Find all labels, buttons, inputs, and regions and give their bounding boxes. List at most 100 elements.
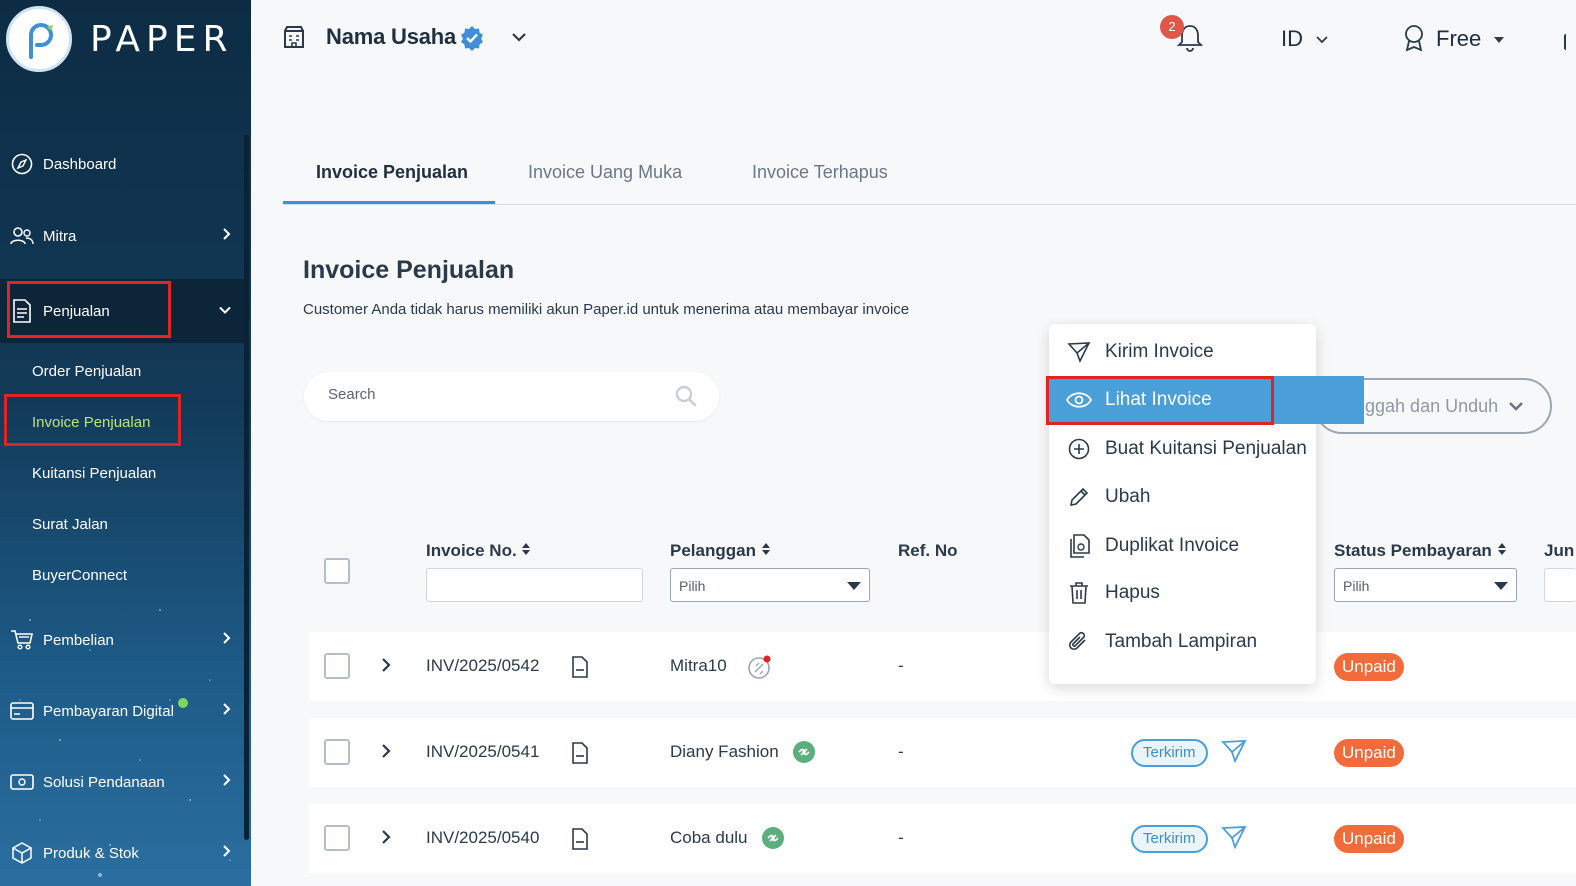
plan-label: Free	[1436, 26, 1482, 51]
business-switcher-chevron-icon[interactable]	[511, 30, 527, 48]
chevron-down-icon	[1316, 36, 1328, 44]
menu-item-ubah[interactable]: Ubah	[1049, 473, 1316, 521]
row-checkbox[interactable]	[324, 825, 350, 851]
linked-partner-icon	[761, 826, 785, 855]
menu-item-tambah-lampiran[interactable]: Tambah Lampiran	[1049, 618, 1316, 666]
menu-item-hapus[interactable]: Hapus	[1049, 569, 1316, 617]
cart-icon	[9, 627, 35, 653]
status-pembayaran-filter-select[interactable]: Pilih	[1334, 568, 1517, 602]
brand-logo[interactable]: PAPER	[6, 6, 234, 72]
row-checkbox[interactable]	[324, 739, 350, 765]
award-ribbon-icon	[1403, 24, 1425, 57]
select-all-checkbox[interactable]	[324, 558, 350, 584]
business-name[interactable]: Nama Usaha	[326, 24, 456, 50]
column-header-label: Pelanggan	[670, 541, 756, 560]
sidebar-item-label: Mitra	[43, 227, 77, 245]
brand-name: PAPER	[90, 18, 234, 60]
row-checkbox[interactable]	[324, 653, 350, 679]
sidebar: PAPER Dashboard Mitra Penjualan Order Pe…	[0, 0, 251, 886]
sidebar-item-label: Pembayaran Digital	[43, 702, 174, 720]
pencil-icon	[1066, 484, 1092, 510]
select-placeholder: Pilih	[1343, 578, 1370, 594]
chevron-right-icon	[222, 773, 232, 791]
menu-item-label: Tambah Lampiran	[1105, 631, 1258, 652]
menu-item-buat-kuitansi[interactable]: Buat Kuitansi Penjualan	[1049, 425, 1316, 473]
chevron-right-icon	[222, 631, 232, 649]
chevron-right-icon	[222, 702, 232, 720]
column-header-invoice-no[interactable]: Invoice No.	[426, 541, 531, 561]
expand-chevron-icon[interactable]	[381, 829, 391, 850]
language-selector[interactable]: ID	[1281, 26, 1329, 52]
language-label: ID	[1281, 26, 1303, 51]
ref-no: -	[898, 828, 904, 847]
sort-icon	[522, 543, 531, 555]
sidebar-item-produk-stok[interactable]: Produk & Stok	[0, 825, 244, 881]
invoice-document-icon[interactable]	[571, 742, 589, 769]
top-bar: Nama Usaha 2 ID Free	[251, 0, 1576, 75]
invoice-no-filter-input[interactable]	[426, 568, 643, 602]
invoice-number[interactable]: INV/2025/0540	[426, 828, 539, 848]
verified-badge-icon	[459, 25, 485, 56]
table-row[interactable]: INV/2025/0540 Coba dulu - Terkirim Unpai…	[309, 804, 1576, 873]
plan-selector[interactable]: Free	[1436, 26, 1505, 52]
expand-chevron-icon[interactable]	[381, 743, 391, 764]
sidebar-item-pembayaran-digital[interactable]: Pembayaran Digital	[0, 683, 244, 739]
highlight-invoice-penjualan	[4, 394, 181, 446]
menu-item-label: Ubah	[1105, 486, 1151, 507]
invoice-number[interactable]: INV/2025/0542	[426, 656, 539, 676]
sidebar-subitem-surat-jalan[interactable]: Surat Jalan	[32, 516, 108, 533]
tab-invoice-uang-muka[interactable]: Invoice Uang Muka	[528, 162, 682, 183]
invoice-document-icon[interactable]	[571, 656, 589, 683]
column-header-status-pembayaran[interactable]: Status Pembayaran	[1334, 541, 1507, 561]
profile-icon-partial[interactable]	[1564, 34, 1572, 50]
sidebar-item-pembelian[interactable]: Pembelian	[0, 612, 244, 668]
linked-partner-icon	[792, 740, 816, 769]
column-header-label: Invoice No.	[426, 541, 517, 560]
sidebar-item-solusi-pendanaan[interactable]: Solusi Pendanaan	[0, 754, 244, 810]
column-header-label: Status Pembayaran	[1334, 541, 1492, 560]
send-icon[interactable]	[1221, 739, 1247, 768]
customer-name[interactable]: Coba dulu	[670, 828, 748, 848]
menu-item-duplikat-invoice[interactable]: Duplikat Invoice	[1049, 522, 1316, 570]
tab-invoice-terhapus[interactable]: Invoice Terhapus	[752, 162, 888, 183]
menu-item-kirim-invoice[interactable]: Kirim Invoice	[1049, 328, 1316, 376]
sidebar-item-label: Solusi Pendanaan	[43, 773, 165, 791]
sidebar-item-dashboard[interactable]: Dashboard	[0, 136, 244, 192]
page-title: Invoice Penjualan	[303, 256, 515, 284]
sidebar-subitem-kuitansi-penjualan[interactable]: Kuitansi Penjualan	[32, 465, 156, 482]
trash-icon	[1066, 580, 1092, 606]
customer-name[interactable]: Diany Fashion	[670, 742, 779, 762]
chevron-right-icon	[222, 844, 232, 862]
search-icon[interactable]	[675, 385, 697, 412]
invoice-document-icon[interactable]	[571, 828, 589, 855]
customer-name[interactable]: Mitra10	[670, 656, 727, 676]
chevron-down-icon	[1509, 402, 1524, 411]
sidebar-subitem-buyerconnect[interactable]: BuyerConnect	[32, 567, 127, 584]
sent-status-badge: Terkirim	[1131, 825, 1208, 853]
expand-chevron-icon[interactable]	[381, 657, 391, 678]
users-icon	[9, 223, 35, 249]
send-icon[interactable]	[1221, 825, 1247, 854]
sidebar-item-mitra[interactable]: Mitra	[0, 208, 244, 264]
sidebar-item-label: Produk & Stok	[43, 844, 139, 862]
invoice-tabs: Invoice Penjualan Invoice Uang Muka Invo…	[283, 150, 1576, 205]
table-row[interactable]: INV/2025/0541 Diany Fashion - Terkirim U…	[309, 718, 1576, 787]
sent-status-badge: Terkirim	[1131, 739, 1208, 767]
search-input[interactable]	[328, 386, 658, 403]
new-indicator-dot	[177, 698, 188, 708]
pelanggan-filter-select[interactable]: Pilih	[670, 568, 870, 602]
tab-invoice-penjualan[interactable]: Invoice Penjualan	[316, 162, 468, 183]
sidebar-subitem-order-penjualan[interactable]: Order Penjualan	[32, 363, 141, 380]
sidebar-item-label: Pembelian	[43, 631, 114, 649]
column-header-jumlah: Jun	[1544, 541, 1575, 560]
table-row[interactable]: INV/2025/0542 Mitra10 - Unpaid	[309, 632, 1576, 701]
jumlah-filter-input[interactable]	[1544, 568, 1576, 602]
compass-icon	[9, 151, 35, 177]
invoice-number[interactable]: INV/2025/0541	[426, 742, 539, 762]
column-header-pelanggan[interactable]: Pelanggan	[670, 541, 771, 561]
ref-no: -	[898, 742, 904, 761]
box-icon	[9, 840, 35, 866]
payment-status-badge: Unpaid	[1334, 739, 1404, 767]
chevron-down-icon	[218, 303, 232, 320]
sidebar-scrollbar[interactable]	[244, 135, 249, 840]
